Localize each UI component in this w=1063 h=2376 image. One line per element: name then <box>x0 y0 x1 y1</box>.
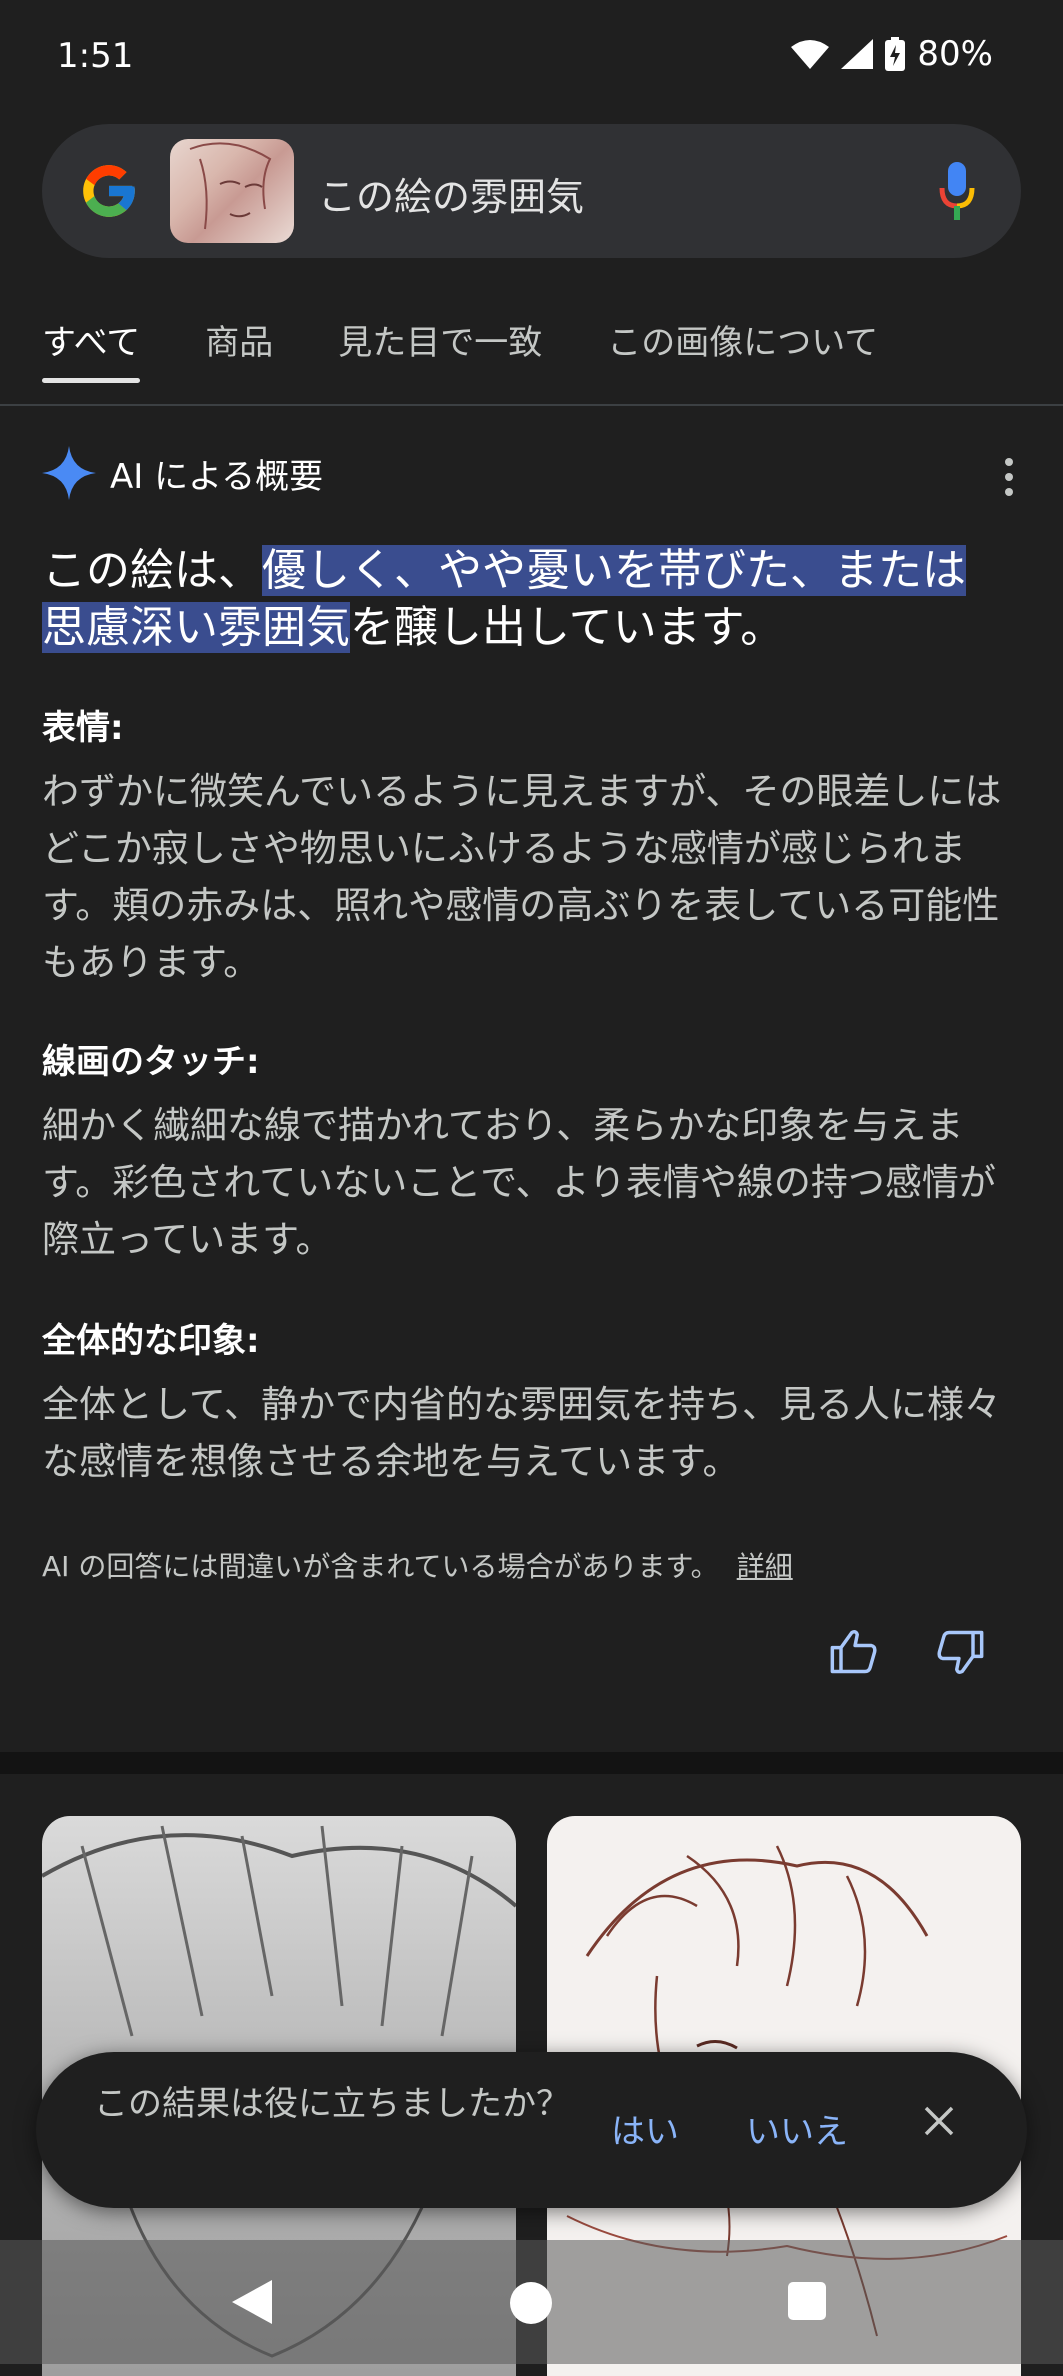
details-link[interactable]: 詳細 <box>737 1550 793 1583</box>
system-nav-bar <box>0 2240 1063 2364</box>
sketch-thumbnail-icon <box>189 142 272 230</box>
tab-about-image[interactable]: この画像について <box>607 315 878 383</box>
microphone-icon[interactable] <box>939 162 975 220</box>
ai-overview-lead: この絵は、優しく、やや憂いを帯びた、または思慮深い雰囲気を醸し出しています。 <box>42 542 1002 656</box>
section-expression: 表情: わずかに微笑んでいるように見えますが、その眼差しにはどこか寂しさや物思い… <box>42 700 1017 991</box>
lead-text-after: を醸し出しています。 <box>350 602 785 653</box>
recents-icon[interactable] <box>788 2282 826 2320</box>
section-body: 細かく繊細な線で描かれており、柔らかな印象を与えます。彩色されていないことで、よ… <box>42 1104 996 1261</box>
google-logo-icon[interactable] <box>78 160 140 222</box>
thumbs-down-icon[interactable] <box>934 1626 986 1678</box>
tab-all[interactable]: すべて <box>42 315 141 383</box>
tab-products[interactable]: 商品 <box>205 315 273 383</box>
feedback-no-button[interactable]: いいえ <box>746 2104 848 2153</box>
lead-text-before: この絵は、 <box>42 545 262 596</box>
ai-overview-title: AI による概要 <box>110 456 324 497</box>
section-line-art: 線画のタッチ: 細かく繊細な線で描かれており、柔らかな印象を与えます。彩色されて… <box>42 1034 1017 1268</box>
search-query[interactable]: この絵の雰囲気 <box>318 166 584 221</box>
section-body: 全体として、静かで内省的な雰囲気を持ち、見る人に様々な感情を想像させる余地を与え… <box>42 1383 1002 1483</box>
feedback-yes-button[interactable]: はい <box>611 2104 679 2153</box>
section-separator <box>0 1752 1063 1774</box>
close-icon[interactable] <box>922 2104 956 2138</box>
feedback-toast: この結果は役に立ちましたか？ はい いいえ <box>36 2052 1027 2208</box>
wifi-icon <box>791 40 830 69</box>
tab-divider <box>0 404 1063 406</box>
home-icon[interactable] <box>510 2282 552 2324</box>
battery-icon <box>885 37 906 71</box>
battery-percent: 80% <box>917 34 993 74</box>
status-icons: 80% <box>791 34 993 74</box>
query-image-thumbnail[interactable] <box>170 139 294 243</box>
ai-disclaimer: AI の回答には間違いが含まれている場合があります。 詳細 <box>42 1545 793 1585</box>
status-bar: 1:51 80% <box>0 0 1063 115</box>
tab-visual-matches[interactable]: 見た目で一致 <box>338 315 542 383</box>
sparkle-icon <box>42 446 96 500</box>
back-icon[interactable] <box>232 2280 272 2324</box>
section-heading: 全体的な印象: <box>42 1321 260 1361</box>
ai-overview-header: AI による概要 <box>42 446 323 500</box>
feedback-question: この結果は役に立ちましたか？ <box>94 2084 570 2124</box>
disclaimer-text: AI の回答には間違いが含まれている場合があります。 <box>42 1550 719 1583</box>
section-heading: 表情: <box>42 708 124 748</box>
signal-icon <box>841 39 874 69</box>
section-body: わずかに微笑んでいるように見えますが、その眼差しにはどこか寂しさや物思いにふける… <box>42 770 1002 984</box>
thumbs-up-icon[interactable] <box>828 1626 880 1678</box>
status-time: 1:51 <box>57 36 134 76</box>
section-heading: 線画のタッチ: <box>42 1042 260 1082</box>
result-tabs: すべて 商品 見た目で一致 この画像について <box>42 315 943 385</box>
more-options-icon[interactable] <box>1003 458 1015 498</box>
section-overall: 全体的な印象: 全体として、静かで内省的な雰囲気を持ち、見る人に様々な感情を想像… <box>42 1313 1017 1490</box>
search-bar[interactable]: この絵の雰囲気 <box>42 124 1021 258</box>
